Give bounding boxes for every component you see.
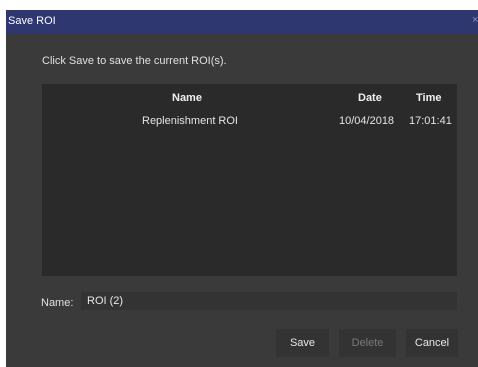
column-header-time[interactable]: Time — [416, 92, 441, 104]
title-bar[interactable]: Save ROI × — [6, 10, 478, 33]
column-header-name[interactable]: Name — [172, 92, 202, 104]
row-date: 10/04/2018 — [339, 115, 395, 127]
row-name: Replenishment ROI — [142, 115, 238, 127]
cancel-button[interactable]: Cancel — [406, 329, 458, 357]
name-input[interactable] — [81, 292, 457, 310]
row-time: 17:01:41 — [409, 115, 452, 127]
delete-button[interactable]: Delete — [339, 329, 396, 357]
table-row[interactable]: Replenishment ROI 10/04/2018 17:01:41 — [42, 110, 457, 128]
roi-table[interactable]: Name Date Time Replenishment ROI 10/04/2… — [42, 84, 457, 276]
name-label: Name: — [41, 297, 74, 309]
close-icon[interactable]: × — [472, 14, 478, 28]
window-title: Save ROI — [8, 15, 56, 27]
instruction-text: Click Save to save the current ROI(s). — [42, 55, 227, 67]
column-header-date[interactable]: Date — [358, 92, 382, 104]
save-button[interactable]: Save — [276, 329, 329, 357]
save-roi-dialog: Save ROI × Click Save to save the curren… — [6, 10, 478, 367]
